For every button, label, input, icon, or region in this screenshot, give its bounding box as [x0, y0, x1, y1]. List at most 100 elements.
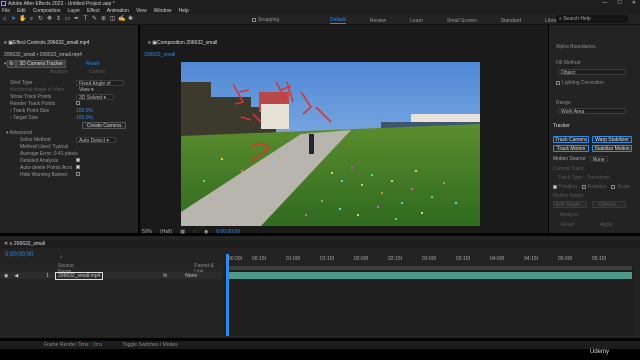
menu-effect[interactable]: Effect [87, 8, 100, 14]
motion-source-dropdown[interactable]: None [589, 156, 608, 163]
time-ruler[interactable]: 00:00f 00:15f 01:00f 01:15f 02:00f 02:15… [224, 254, 634, 266]
snapping-checkbox[interactable] [252, 18, 256, 22]
show-track-points-value: 3D Solved [79, 95, 103, 101]
layer-name[interactable]: 206632_small.mp4 [55, 271, 104, 280]
snapping-label: Snapping [258, 17, 280, 23]
resolution-dropdown[interactable]: (Half) [160, 229, 172, 235]
maximize-button[interactable]: ☐ [617, 0, 621, 6]
menu-view[interactable]: View [136, 8, 147, 14]
create-camera-button[interactable]: Create Camera [82, 122, 126, 129]
fx-switch-icon[interactable]: fx [163, 273, 167, 279]
workspace-learn[interactable]: Learn [410, 18, 423, 24]
solve-method-dropdown[interactable]: Auto Detect ▾ [76, 137, 116, 144]
track-camera-button[interactable]: Track Camera [553, 136, 589, 143]
workspace-standard[interactable]: Standard [501, 18, 521, 24]
show-track-points-dropdown[interactable]: 3D Solved ▾ [76, 94, 114, 101]
effect-name[interactable]: 3D Camera Tracker [16, 60, 67, 68]
puppet-pin-icon[interactable]: ✱ [127, 16, 134, 23]
selection-tool-icon[interactable]: ➤ [10, 16, 17, 23]
snapping-toggle[interactable]: Snapping [252, 17, 279, 23]
auto-delete-points-checkbox[interactable] [76, 165, 82, 171]
menu-help[interactable]: Help [178, 8, 188, 14]
track-motion-button[interactable]: Track Motion [553, 145, 589, 152]
menu-layer[interactable]: Layer [67, 8, 80, 14]
timeline-timecode[interactable]: 0;00;00;00 [5, 252, 33, 258]
eye-icon[interactable]: ◉ [4, 273, 8, 279]
apply-tracker-button[interactable]: Apply [600, 222, 613, 228]
rotation-checkbox[interactable] [581, 185, 586, 189]
target-size-value[interactable]: 100.0% [76, 115, 93, 121]
fill-method-dropdown[interactable]: Object [558, 69, 626, 76]
effect-controls-tab[interactable]: ≡ ▣ Effect Controls 206632_small.mp4 [4, 40, 89, 46]
menu-composition[interactable]: Composition [33, 8, 61, 14]
eraser-tool-icon[interactable]: ◫ [109, 16, 116, 23]
reset-tracker-button[interactable]: Reset [561, 222, 574, 228]
layer-duration-bar[interactable] [226, 272, 632, 279]
dolly-camera-icon[interactable]: ⇕ [55, 16, 62, 23]
playhead[interactable] [226, 254, 229, 336]
composition-breadcrumb[interactable]: 206632_small [144, 52, 175, 58]
workspace-small-screen[interactable]: Small Screen [447, 18, 477, 24]
zoom-tool-icon[interactable]: ⌕ [28, 16, 35, 23]
position-checkbox[interactable] [553, 185, 557, 189]
hand-tool-icon[interactable]: ✋ [19, 16, 26, 23]
lighting-correction-checkbox[interactable] [556, 81, 560, 85]
fx-badge[interactable]: fx [6, 60, 17, 68]
frame-render-time-label: Frame Render Time: [44, 342, 90, 348]
range-dropdown[interactable]: Work Area [558, 108, 626, 115]
type-tool-icon[interactable]: T [82, 16, 89, 23]
menu-animation[interactable]: Animation [107, 8, 129, 14]
advanced-group[interactable]: ▾ Advanced [6, 130, 32, 136]
rectangle-tool-icon[interactable]: ▭ [64, 16, 71, 23]
fill-method-label: Fill Method [556, 60, 581, 66]
zoom-dropdown[interactable]: 50% [142, 229, 152, 235]
composition-viewer[interactable] [181, 62, 480, 226]
work-area-bar[interactable] [226, 266, 632, 270]
stabilize-motion-button[interactable]: Stabilize Motion [592, 145, 632, 152]
roto-brush-icon[interactable]: ✍ [118, 16, 125, 23]
viewer-timecode[interactable]: 0;00;00;00 [216, 229, 240, 235]
panel-menu-icon[interactable]: ≡ ▣ [148, 40, 157, 46]
warp-stabilizer-button[interactable]: Warp Stabilizer [592, 136, 632, 143]
effect-reset-link[interactable]: Reset [86, 61, 99, 67]
home-icon[interactable]: ⌂ [1, 16, 8, 23]
search-help-input[interactable]: ⌕ Search Help [556, 15, 628, 23]
composition-tab[interactable]: ≡ ▣ Composition 206632_small [148, 40, 217, 46]
audio-icon[interactable]: ◀ [14, 273, 18, 279]
scale-checkbox[interactable] [611, 185, 616, 189]
chevron-down-icon: ▾ [89, 87, 94, 93]
orbit-camera-icon[interactable]: ↻ [37, 16, 44, 23]
pan-camera-icon[interactable]: ✥ [46, 16, 53, 23]
pen-tool-icon[interactable]: ✒ [73, 16, 80, 23]
shot-type-dropdown[interactable]: Fixed Angle of View ▾ [76, 80, 124, 93]
brush-tool-icon[interactable]: ✎ [91, 16, 98, 23]
effect-controls-tab-label: Effect Controls 206632_small.mp4 [13, 40, 90, 46]
panel-menu-icon[interactable]: ≡ ▣ [4, 40, 13, 46]
timeline-search[interactable]: ⌕ [60, 254, 63, 260]
cancel-button[interactable]: Cancel [89, 69, 105, 75]
menu-edit[interactable]: Edit [17, 8, 26, 14]
track-point-size-label: Track Point Size [12, 108, 50, 114]
render-track-points-checkbox[interactable] [76, 101, 82, 107]
workspace-default[interactable]: Default [330, 17, 346, 24]
camera-snapshot-icon[interactable]: ◉ [204, 229, 208, 235]
clone-stamp-icon[interactable]: ⊕ [100, 16, 107, 23]
workspace-review[interactable]: Review [370, 18, 386, 24]
menu-file[interactable]: File [2, 8, 10, 14]
analyze-button[interactable]: Analyze [50, 69, 68, 75]
toggle-switches-modes[interactable]: Toggle Switches / Modes [122, 342, 177, 348]
menu-window[interactable]: Window [154, 8, 172, 14]
edit-target-button[interactable]: Edit Target... [553, 201, 587, 208]
parent-dropdown[interactable]: None [185, 273, 197, 279]
options-button[interactable]: Options... [592, 201, 626, 208]
close-button[interactable]: ✕ [632, 0, 636, 6]
detailed-analysis-checkbox[interactable] [76, 158, 82, 164]
grid-icon[interactable]: ▦ [180, 229, 185, 235]
timeline-tab[interactable]: ✕ ≡ 206632_small [4, 241, 45, 247]
layer-row[interactable]: ◉ ◀ 1 206632_small.mp4 fx None [0, 271, 222, 280]
track-point-size-value[interactable]: 100.0% [76, 108, 93, 114]
mask-icon[interactable]: ◌ [193, 229, 196, 235]
analyze-tracker-label: Analyze: [560, 212, 580, 218]
minimize-button[interactable]: — [602, 0, 607, 6]
hide-warning-banner-checkbox[interactable] [76, 172, 82, 178]
